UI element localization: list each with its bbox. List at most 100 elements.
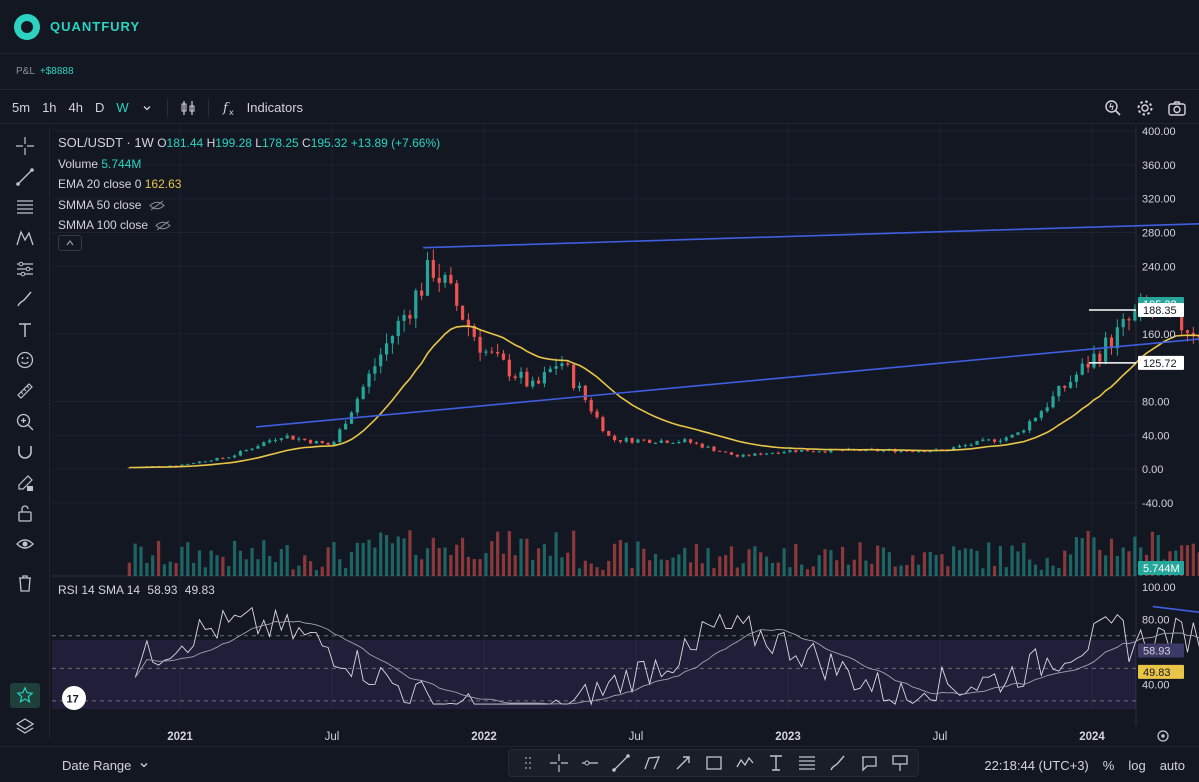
emoji-icon[interactable] [10,348,40,373]
candle-body [1045,407,1049,412]
volume-bar [361,543,365,576]
indicators-icon[interactable]: fx [217,96,241,120]
rsi-legend[interactable]: RSI 14 SMA 14 58.93 49.83 [58,583,215,597]
chevron-down-icon[interactable] [135,96,159,120]
text-tool-icon[interactable] [761,751,790,775]
volume-bar [677,554,681,576]
timeframe-w[interactable]: W [110,100,134,115]
volume-bar [379,532,383,576]
fib-retracement-icon[interactable] [10,195,40,220]
forecast-icon[interactable] [10,256,40,281]
candle-body [811,451,815,453]
volume-bar [981,568,985,576]
brush-icon[interactable] [823,751,852,775]
volume-bar [145,562,149,576]
eye-icon[interactable] [10,532,40,557]
change-value: +13.89 (+7.66%) [350,136,441,150]
candle-body [390,336,395,344]
trend-line-icon[interactable] [606,751,635,775]
time-tick-label: 2024 [1079,731,1105,743]
upper-level-label: 188.35 [1143,305,1177,317]
ema-legend[interactable]: EMA 20 close 0 162.63 [58,174,440,195]
gear-icon[interactable] [1133,96,1157,120]
text-icon[interactable] [10,318,40,343]
drag-handle-icon[interactable] [513,751,542,775]
path-icon[interactable] [637,751,666,775]
candle-body [285,435,289,439]
trash-icon[interactable] [10,570,40,595]
timeframe-d[interactable]: D [89,100,110,115]
candle-body [1185,330,1190,333]
timeframe-1h[interactable]: 1h [36,100,62,115]
brush-icon[interactable] [10,287,40,312]
volume-bar [566,552,570,576]
rsi-axis: 100.0080.0060.0040.0058.9349.83 [1138,582,1184,692]
candle-body [1022,430,1026,433]
volume-bar [729,546,734,576]
candle-body [595,411,599,418]
callout-icon[interactable] [854,751,883,775]
candles-icon[interactable] [176,96,200,120]
layers-icon[interactable] [10,714,40,739]
volume-bar [478,559,482,576]
percent-scale-toggle[interactable]: % [1103,758,1115,773]
indicators-button[interactable]: Indicators [241,100,309,115]
price-tick-label: 400.00 [1142,126,1176,138]
star-icon[interactable] [9,682,40,708]
zoom-in-icon[interactable] [10,409,40,434]
crosshair-icon[interactable] [10,134,40,159]
candle-body [490,351,494,353]
volume-bar [998,545,1003,576]
horizontal-ray-icon[interactable] [575,751,604,775]
collapse-legend-button[interactable] [58,235,82,251]
volume-bar [934,554,938,576]
ema-value: 162.63 [144,177,182,191]
arrow-icon[interactable] [668,751,697,775]
candle-body [1051,396,1055,408]
rectangle-icon[interactable] [699,751,728,775]
volume-bar [250,547,254,576]
price-label-icon[interactable] [885,751,914,775]
chevron-down-icon [140,763,148,768]
volume-legend[interactable]: Volume 5.744M [58,154,440,175]
smma50-legend[interactable]: SMMA 50 close [58,195,440,216]
candle-body [957,445,962,448]
pencil-lock-icon[interactable] [10,471,40,496]
volume-bar [922,552,927,576]
log-scale-toggle[interactable]: log [1128,758,1145,773]
price-tick-label: -40.00 [1142,498,1173,510]
quick-search-icon[interactable] [1101,96,1125,120]
volume-bar [238,550,243,576]
symbol-label[interactable]: SOL/USDT · 1W [58,135,154,150]
eye-hidden-icon[interactable] [148,200,165,211]
date-range-button[interactable]: Date Range [62,758,149,773]
ruler-icon[interactable] [10,379,40,404]
candle-body [186,463,190,465]
zigzag-icon[interactable] [730,751,759,775]
lock-icon[interactable] [10,501,40,526]
rsi-tick-label: 40.00 [1142,680,1170,692]
smma100-legend[interactable]: SMMA 100 close [58,215,440,236]
candle-body [1127,318,1131,321]
volume-bar [156,540,161,576]
volume-bar [367,539,371,576]
timeframe-5m[interactable]: 5m [6,100,36,115]
candle-body [209,460,213,462]
fib-icon[interactable] [792,751,821,775]
timeframe-4h[interactable]: 4h [63,100,89,115]
candle-body [642,439,646,441]
trend-line-icon[interactable] [10,165,40,190]
candle-body [314,440,319,444]
camera-icon[interactable] [1165,96,1189,120]
auto-scale-toggle[interactable]: auto [1160,758,1185,773]
candle-body [630,438,634,443]
pattern-icon[interactable] [10,226,40,251]
volume-bar [221,556,225,576]
magnet-icon[interactable] [10,440,40,465]
volume-bar [484,553,488,576]
volume-bar [782,548,786,576]
eye-hidden-icon[interactable] [155,220,172,231]
volume-bar [630,568,634,576]
crosshair-icon[interactable] [544,751,573,775]
candle-body [227,457,231,459]
